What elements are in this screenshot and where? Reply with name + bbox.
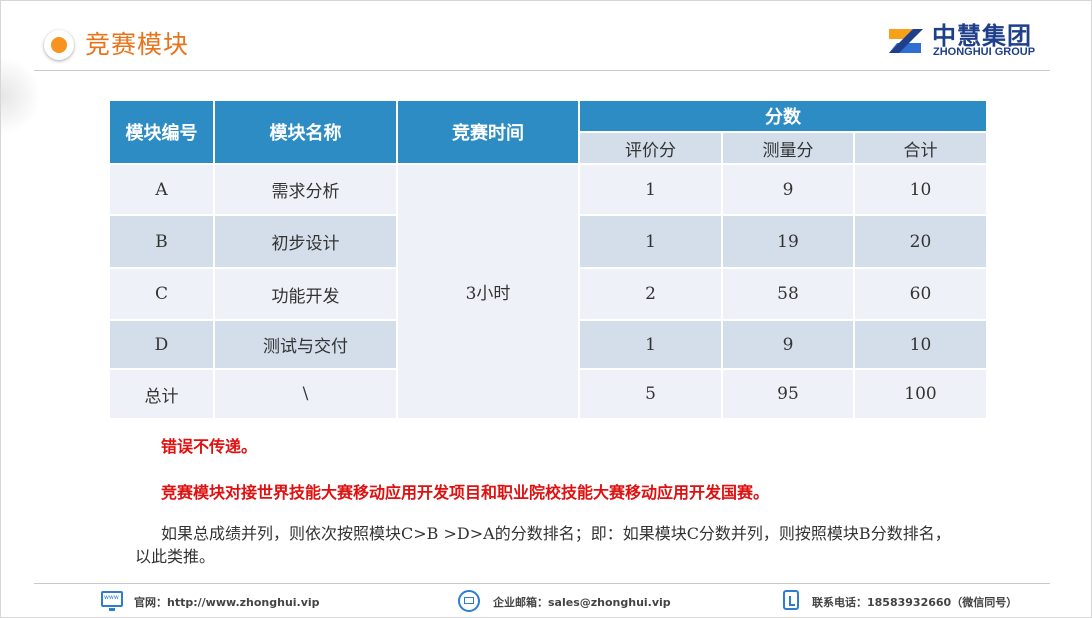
cell-eval: 1 [578,163,723,216]
logo-english-name: ZHONGHUI GROUP [933,46,1036,58]
cell-code: A [108,163,215,216]
footer-divider [34,583,1050,584]
side-shadow [1,56,41,136]
company-logo: 中慧集团 ZHONGHUI GROUP [877,13,1053,67]
page-title: 竞赛模块 [85,30,190,59]
footer-website-text[interactable]: 官网：http://www.zhonghui.vip [134,594,320,610]
logo-mark-icon [889,29,923,53]
cell-code: B [108,214,215,269]
cell-eval: 5 [578,368,723,420]
cell-name: \ [213,368,398,420]
cell-total: 60 [853,267,988,321]
cell-eval: 1 [578,319,723,370]
footer-email-text[interactable]: 企业邮箱：sales@zhonghui.vip [493,594,671,610]
header-competition-time: 竞赛时间 [396,99,580,165]
header-module-code: 模块编号 [108,99,215,165]
cell-eval: 2 [578,267,723,321]
header-eval-score: 评价分 [578,131,723,165]
slide: 竞赛模块 中慧集团 ZHONGHUI GROUP 模块编号 模块名称 竞赛时间 … [0,0,1092,618]
cell-time: 3小时 [396,163,580,420]
competition-score-table: 模块编号 模块名称 竞赛时间 分数 评价分 测量分 合计 A 需求分析 3小时 … [108,99,988,420]
cell-code: D [108,319,215,370]
cell-measure: 9 [721,319,855,370]
cell-total: 100 [853,368,988,420]
cell-name: 初步设计 [213,214,398,269]
cell-measure: 9 [721,163,855,216]
phone-icon [783,590,799,610]
cell-code: C [108,267,215,321]
cell-name: 测试与交付 [213,319,398,370]
cell-measure: 58 [721,267,855,321]
cell-name: 需求分析 [213,163,398,216]
footer-email: 企业邮箱：sales@zhonghui.vip [458,590,678,612]
header-measure-score: 测量分 [721,131,855,165]
header-score: 分数 [578,99,988,133]
header-module-name: 模块名称 [213,99,398,165]
footer-website: 官网：http://www.zhonghui.vip [101,590,321,612]
table-row: A 需求分析 3小时 1 9 10 [108,163,988,420]
cell-name: 功能开发 [213,267,398,321]
title-divider [34,70,1050,71]
note-no-error-carryover: 错误不传递。 [161,437,258,456]
footer-phone-text: 联系电话：18583932660（微信同号） [812,596,1018,609]
mail-icon [458,590,480,612]
footer-phone: 联系电话：18583932660（微信同号） [783,590,1033,612]
cell-total: 20 [853,214,988,269]
note-competition-alignment: 竞赛模块对接世界技能大赛移动应用开发项目和职业院校技能大赛移动应用开发国赛。 [161,483,770,502]
monitor-icon [101,591,123,611]
cell-measure: 19 [721,214,855,269]
header-total-score: 合计 [853,131,988,165]
cell-measure: 95 [721,368,855,420]
cell-total: 10 [853,319,988,370]
note-tie-break-rule: 如果总成绩并列，则依次按照模块C>B >D>A的分数排名；即：如果模块C分数并列… [135,524,951,566]
title-bullet-icon [44,30,74,60]
cell-eval: 1 [578,214,723,269]
cell-total: 10 [853,163,988,216]
cell-code: 总计 [108,368,215,420]
